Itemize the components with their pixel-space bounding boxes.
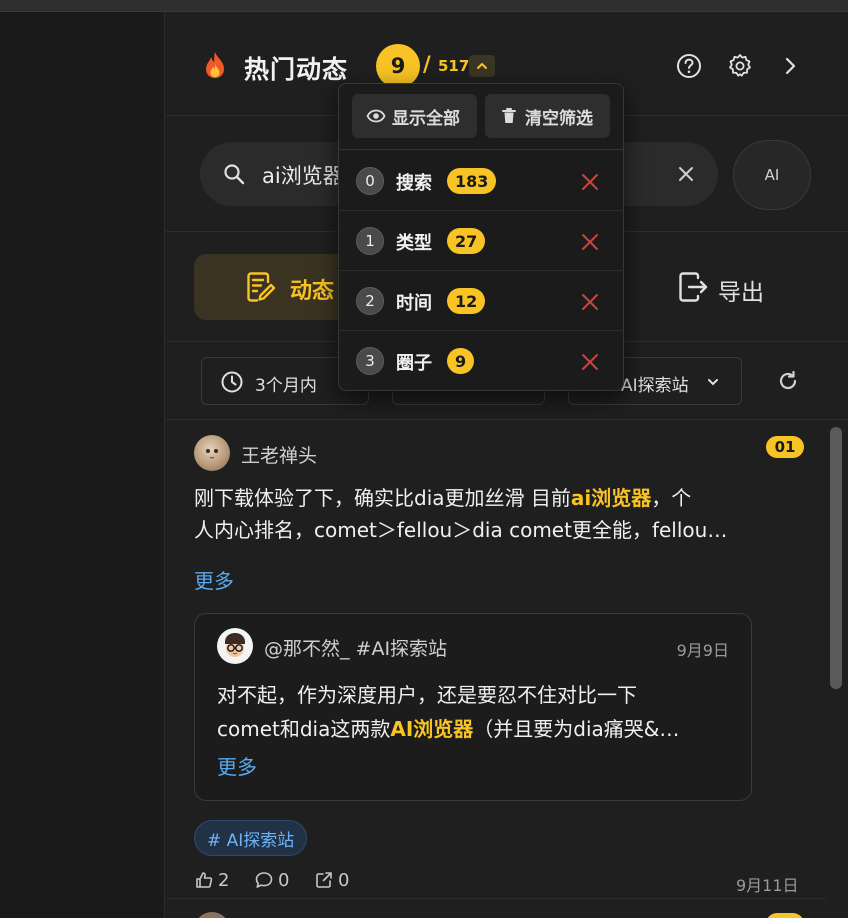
dropdown-actions: 显示全部 清空筛选 [339, 84, 625, 150]
quoted-author[interactable]: @那不然_ #AI探索站 [264, 634, 447, 661]
post-author[interactable]: 王老禅头 [241, 441, 317, 468]
post-text-line: 人内心排名，comet＞fellou＞dia comet更全能，fellou… [194, 518, 728, 542]
filter-count-badge: 12 [447, 288, 486, 314]
time-filter-value: 3个月内 [255, 376, 317, 396]
chevron-right-icon[interactable] [777, 52, 805, 80]
share-count: 0 [338, 869, 350, 891]
total-count: 517 [438, 57, 470, 75]
filter-count-badge: 27 [447, 228, 486, 254]
filter-count-badge: 183 [447, 168, 497, 194]
avatar[interactable] [194, 435, 230, 471]
quoted-body: 对不起，作为深度用户，还是要忍不住对比一下 comet和dia这两款AI浏览器（… [217, 678, 717, 746]
post-body: 刚下载体验了下，确实比dia更加丝滑 目前ai浏览器，个 人内心排名，comet… [194, 482, 754, 546]
quoted-date: 9月9日 [676, 641, 729, 660]
clear-filters-label: 清空筛选 [525, 108, 593, 129]
like-button[interactable]: 2 [194, 868, 229, 892]
filter-index: 3 [356, 347, 384, 375]
comment-count: 0 [278, 869, 290, 891]
share-icon [316, 872, 332, 888]
tab-export-label: 导出 [718, 280, 764, 306]
ai-button[interactable]: AI [733, 140, 811, 210]
post-more-link[interactable]: 更多 [194, 565, 234, 594]
count-separator: / [423, 52, 431, 76]
filter-index: 2 [356, 287, 384, 315]
show-all-button[interactable]: 显示全部 [352, 94, 477, 138]
remove-filter-icon[interactable] [579, 291, 601, 313]
rank-badge: 01 [766, 436, 804, 458]
like-count: 2 [218, 869, 230, 891]
post-text-segment: 刚下载体验了下，确实比dia更加丝滑 目前 [194, 486, 571, 510]
chevron-up-icon [477, 63, 487, 69]
filtered-count-badge[interactable]: 9 [376, 44, 420, 88]
comment-icon [255, 872, 273, 888]
gear-icon[interactable] [726, 52, 754, 80]
keyword-highlight: AI浏览器 [390, 717, 474, 741]
filter-count-badge: 9 [447, 348, 475, 374]
clock-icon [221, 371, 243, 393]
filter-index: 0 [356, 167, 384, 195]
keyword-highlight: ai浏览器 [570, 486, 652, 510]
remove-filter-icon[interactable] [579, 231, 601, 253]
filter-label: 类型 [396, 233, 432, 254]
quoted-post[interactable]: @那不然_ #AI探索站 9月9日 对不起，作为深度用户，还是要忍不住对比一下 … [194, 613, 752, 801]
eye-icon [366, 109, 386, 123]
quoted-text-segment: （并且要为dia痛哭&… [473, 717, 680, 741]
export-icon [679, 272, 708, 302]
show-all-label: 显示全部 [392, 108, 460, 129]
left-pane [0, 12, 165, 918]
remove-filter-icon[interactable] [579, 171, 601, 193]
filter-item-type[interactable]: 1 类型 27 [339, 211, 625, 271]
chevron-down-icon [708, 379, 718, 386]
search-query: ai浏览器 [262, 164, 344, 188]
scrollbar-thumb[interactable] [830, 427, 842, 689]
search-icon [224, 164, 245, 185]
post-divider [166, 898, 826, 899]
filter-label: 时间 [396, 293, 432, 314]
filter-index: 1 [356, 227, 384, 255]
clear-search-icon[interactable] [674, 162, 698, 186]
tab-export[interactable]: 导出 [666, 254, 816, 320]
fire-icon [206, 52, 224, 78]
quoted-text-segment: comet和dia这两款 [217, 717, 391, 741]
remove-filter-icon[interactable] [579, 351, 601, 373]
glasses-avatar-icon [225, 633, 245, 657]
share-button[interactable]: 0 [314, 868, 349, 892]
filter-label: 搜索 [396, 173, 432, 194]
post-card[interactable]: 王老禅头 01 刚下载体验了下，确实比dia更加丝滑 目前ai浏览器，个 人内心… [166, 420, 826, 918]
filter-dropdown: 显示全部 清空筛选 0 搜索 183 1 类型 27 2 时间 12 3 圈子 … [338, 83, 625, 391]
edit-document-icon [247, 272, 276, 302]
page-title: 热门动态 [244, 55, 349, 84]
help-icon[interactable] [675, 52, 703, 80]
circle-filter-value: AI探索站 [621, 376, 689, 396]
rank-badge [766, 913, 804, 918]
trash-icon [502, 108, 516, 123]
avatar[interactable] [217, 628, 253, 664]
filter-item-time[interactable]: 2 时间 12 [339, 271, 625, 331]
tab-posts-label: 动态 [290, 279, 335, 304]
filter-item-search[interactable]: 0 搜索 183 [339, 151, 625, 211]
clear-filters-button[interactable]: 清空筛选 [485, 94, 610, 138]
cat-avatar-icon [206, 449, 218, 459]
post-date: 9月11日 [736, 876, 799, 895]
circle-tag[interactable]: # AI探索站 [194, 820, 308, 856]
comment-button[interactable]: 0 [254, 868, 289, 892]
filter-label: 圈子 [396, 353, 432, 374]
thumbs-up-icon [196, 872, 213, 888]
quoted-more-link[interactable]: 更多 [217, 751, 257, 780]
refresh-icon[interactable] [776, 369, 800, 393]
filter-item-circle[interactable]: 3 圈子 9 [339, 331, 625, 391]
window-top-bar [0, 0, 848, 12]
filter-dropdown-toggle[interactable] [469, 55, 495, 77]
post-text-segment: ，个 [651, 486, 692, 510]
quoted-text-line: 对不起，作为深度用户，还是要忍不住对比一下 [217, 683, 637, 707]
